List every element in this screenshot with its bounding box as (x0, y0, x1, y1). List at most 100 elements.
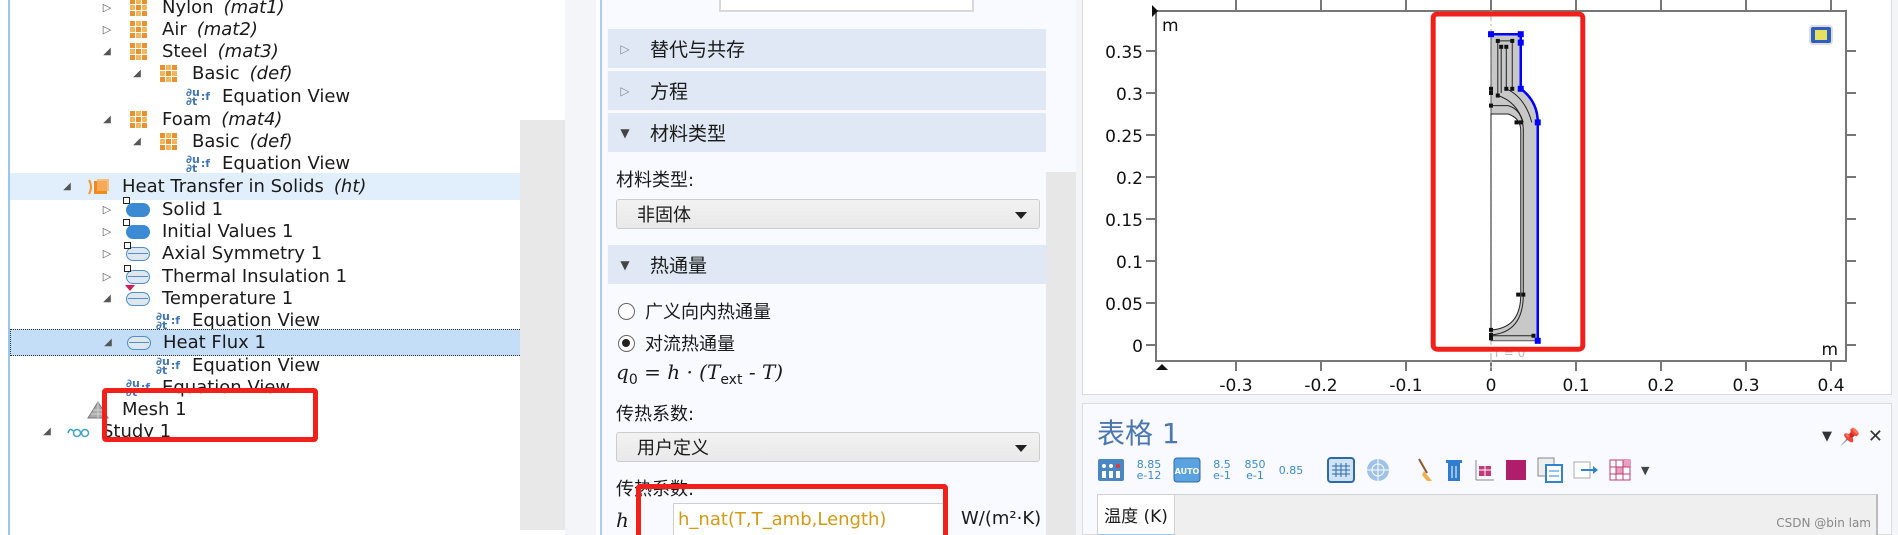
section-material-type[interactable]: ▼ 材料类型 (608, 113, 1046, 152)
format-scientific-button[interactable]: 8.5 e-1 (1211, 456, 1233, 484)
full-precision-table-icon[interactable] (1327, 456, 1355, 484)
tree-item-label: Basic (192, 131, 240, 152)
table-layout-icon[interactable] (1609, 456, 1631, 484)
mesh-icon (86, 400, 110, 420)
collapsed-arrow-icon: ▷ (620, 83, 630, 98)
export-icon[interactable] (1573, 456, 1599, 484)
no-toggle (160, 90, 174, 104)
geometry-vertex (1516, 292, 1521, 297)
column-header[interactable]: 温度 (K) (1097, 494, 1175, 535)
tree-item-label: Basic (192, 63, 240, 84)
radio-label: 对流热通量 (645, 334, 735, 355)
expand-arrow-icon[interactable]: ▷ (100, 247, 114, 261)
expand-arrow-icon[interactable]: ▷ (100, 203, 114, 217)
boundary-default-node-icon (124, 264, 150, 291)
collapse-arrow-icon[interactable]: ◢ (60, 180, 74, 194)
geometry-vertex (1521, 292, 1526, 297)
pin-icon[interactable]: 📌 (1840, 427, 1860, 446)
collapse-arrow-icon[interactable]: ◢ (101, 336, 115, 350)
selected-vertex (1517, 31, 1524, 38)
radio-button[interactable] (618, 302, 635, 320)
material-icon (126, 0, 150, 18)
tree-item-label: Study 1 (102, 421, 172, 442)
scrollbar-thumb[interactable] (520, 120, 565, 530)
radio-convective-heat-flux[interactable]: 对流热通量 (618, 330, 735, 356)
format-auto-button[interactable]: AUTO (1173, 456, 1201, 484)
no-toggle (130, 314, 144, 328)
expand-arrow-icon[interactable]: ▷ (100, 23, 114, 37)
grid-view-icon[interactable] (1365, 456, 1391, 484)
tree-item-label: Heat Transfer in Solids (122, 176, 324, 197)
section-heat-flux[interactable]: ▼ 热通量 (608, 245, 1046, 284)
x-tick-label: 0.3 (1732, 376, 1759, 395)
tree-item-label: Air (162, 19, 187, 40)
radio-general-inward-heat-flux[interactable]: 广义向内热通量 (618, 298, 771, 324)
scrollbar-thumb[interactable] (1046, 172, 1076, 535)
collapse-arrow-icon[interactable]: ◢ (100, 292, 114, 306)
collapsed-arrow-icon: ▷ (620, 41, 630, 56)
tree-scrollbar[interactable] (520, 0, 565, 535)
table-body[interactable] (1175, 494, 1878, 535)
table-graph-icon[interactable] (1473, 456, 1495, 484)
geometry-vertex (1518, 120, 1523, 125)
tree-item-label: Foam (162, 109, 212, 130)
radio-label: 广义向内热通量 (645, 302, 771, 323)
selection-list-box[interactable] (719, 0, 974, 12)
delete-icon[interactable] (1445, 456, 1463, 484)
graphics-window[interactable]: -0.3 -0.2 -0.1 0 0.1 0.2 0.3 0.4 0 0.05 0.1 0.15 0.2… (1082, 0, 1892, 395)
geometry-vertex (1489, 103, 1493, 108)
tree-item-label: Mesh 1 (122, 399, 187, 420)
material-type-select[interactable]: 非固体 (616, 199, 1040, 229)
collapse-arrow-icon[interactable]: ◢ (100, 113, 114, 127)
clear-table-icon[interactable] (1415, 456, 1435, 484)
settings-scrollbar[interactable] (1046, 0, 1076, 535)
selected-vertex (1534, 337, 1541, 344)
close-icon[interactable]: ✕ (1868, 426, 1883, 447)
htc-value-input[interactable]: h_nat(T,T_amb,Length) (673, 503, 948, 535)
format-decimal-button[interactable]: 0.85 (1277, 456, 1305, 484)
no-toggle (130, 359, 144, 373)
format-engineering-button[interactable]: 8.85 e-12 (1135, 456, 1163, 484)
x-tick-label: -0.1 (1389, 376, 1422, 395)
geometry-vertex (1510, 38, 1515, 43)
y-tick-label: 0.25 (1105, 127, 1143, 147)
format-engineering2-button[interactable]: 850 e-1 (1243, 456, 1267, 484)
tree-item-label: Heat Flux 1 (163, 332, 267, 353)
expand-arrow-icon[interactable]: ▷ (100, 270, 114, 284)
tree-item-label: Solid 1 (162, 199, 224, 220)
boundary-icon (126, 289, 150, 309)
color-table-icon[interactable] (1505, 456, 1527, 484)
expand-arrow-icon[interactable]: ▷ (100, 225, 114, 239)
radio-button-checked[interactable] (618, 334, 635, 352)
collapse-arrow-icon[interactable]: ◢ (100, 45, 114, 59)
htc-type-select[interactable]: 用户定义 (616, 432, 1040, 462)
y-tick-label: 0 (1132, 337, 1143, 357)
formula-rhs: = h · (T (644, 360, 721, 384)
tree-item-tag: (def) (249, 131, 293, 152)
section-override[interactable]: ▷ 替代与共存 (608, 29, 1046, 68)
more-options-dropdown-icon[interactable]: ▼ (1641, 456, 1649, 484)
tree-item-study-1[interactable]: ◢ Study 1 (10, 418, 564, 445)
tree-item-tag: (mat2) (196, 19, 258, 40)
settings-panel: ▷ 替代与共存 ▷ 方程 ▼ 材料类型 材料类型: 非固体 ▼ 热通量 广义向内… (596, 0, 1076, 535)
geometry-vertex (1531, 333, 1536, 338)
copy-table-icon[interactable] (1537, 456, 1563, 484)
collapse-arrow-icon[interactable]: ◢ (130, 135, 144, 149)
collapse-arrow-icon[interactable]: ◢ (40, 425, 54, 439)
dropdown-menu-icon[interactable]: ▼ (1822, 429, 1832, 444)
boundary-node-icon (124, 241, 150, 264)
geometry-plot[interactable]: -0.3 -0.2 -0.1 0 0.1 0.2 0.3 0.4 0 0.05 0.1 0.15 0.2… (1083, 0, 1893, 395)
formula-subscript: 0 (628, 372, 638, 388)
material-icon (126, 42, 150, 62)
x-tick-label: 0.2 (1647, 376, 1674, 395)
collapse-arrow-icon[interactable]: ◢ (130, 67, 144, 81)
section-equation[interactable]: ▷ 方程 (608, 71, 1046, 110)
tree-item-label: Equation View (192, 310, 321, 331)
tree-item-label: Initial Values 1 (162, 221, 294, 242)
x-tick-label: 0.4 (1817, 376, 1844, 395)
material-icon (156, 132, 180, 152)
table-settings-icon[interactable] (1097, 456, 1125, 484)
expand-arrow-icon[interactable]: ▷ (100, 1, 114, 15)
y-tick-label: 0.3 (1116, 85, 1143, 105)
tree-item-tag: (def) (249, 63, 293, 84)
